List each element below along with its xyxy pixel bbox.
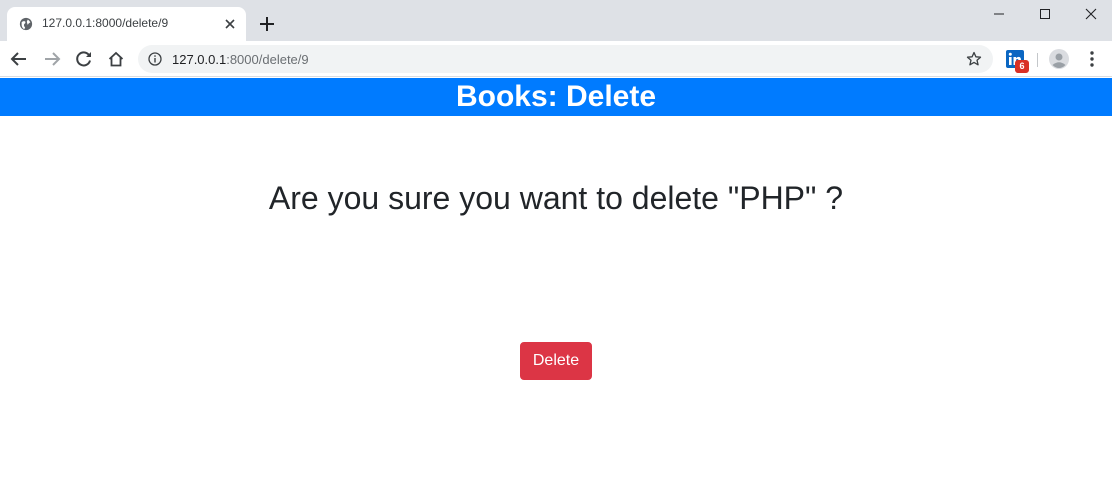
delete-button[interactable]: Delete — [520, 342, 592, 380]
profile-avatar-icon[interactable] — [1049, 49, 1069, 69]
minimize-icon — [994, 13, 1004, 15]
address-bar[interactable]: 127.0.0.1:8000/delete/9 — [138, 45, 993, 73]
page-header: Books: Delete — [0, 78, 1112, 116]
browser-tab[interactable]: 127.0.0.1:8000/delete/9 — [7, 7, 246, 41]
url-path: :8000/delete/9 — [226, 52, 309, 67]
home-icon[interactable] — [107, 50, 125, 68]
close-icon[interactable] — [223, 17, 237, 31]
reload-icon[interactable] — [75, 50, 93, 68]
bookmark-star-icon[interactable] — [966, 51, 982, 67]
minimize-button[interactable] — [976, 0, 1022, 28]
tab-title: 127.0.0.1:8000/delete/9 — [42, 16, 169, 30]
back-arrow-icon[interactable] — [10, 50, 28, 68]
window-close-icon — [1085, 8, 1097, 20]
delete-confirmation-message: Are you sure you want to delete "PHP" ? — [268, 180, 844, 216]
browser-tabstrip: 127.0.0.1:8000/delete/9 — [0, 0, 1112, 41]
maximize-button[interactable] — [1022, 0, 1068, 28]
maximize-icon — [1040, 9, 1050, 19]
new-tab-icon[interactable] — [258, 15, 276, 33]
url-host: 127.0.0.1 — [172, 52, 227, 67]
url-text[interactable]: 127.0.0.1:8000/delete/9 — [172, 52, 309, 67]
forward-arrow-icon[interactable] — [43, 50, 61, 68]
window-close-button[interactable] — [1068, 0, 1112, 28]
info-icon[interactable] — [148, 52, 162, 66]
globe-icon — [19, 17, 33, 31]
browser-toolbar: 127.0.0.1:8000/delete/9 6 — [0, 41, 1112, 77]
extension-badge: 6 — [1015, 60, 1029, 73]
page-title: Books: Delete — [455, 80, 657, 113]
more-menu-icon[interactable] — [1084, 50, 1100, 68]
toolbar-divider — [1037, 53, 1038, 67]
